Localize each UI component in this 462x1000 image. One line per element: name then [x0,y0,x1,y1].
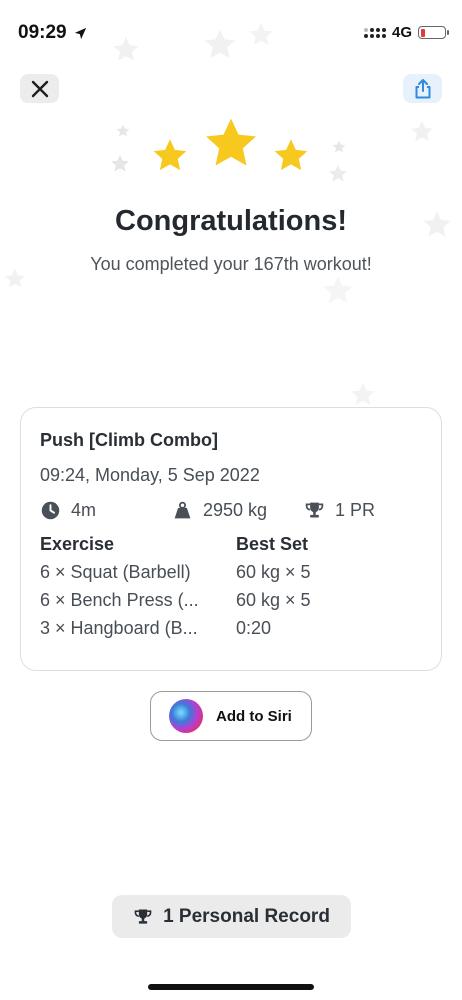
page-title: Congratulations! [115,205,347,237]
workout-summary-card[interactable]: Push [Climb Combo] 09:24, Monday, 5 Sep … [20,407,442,671]
clock-text: 09:29 [18,22,67,43]
volume-value: 2950 kg [203,499,268,520]
background-star-icon [112,36,140,64]
personal-record-label: 1 Personal Record [163,905,330,927]
weight-icon [174,501,191,518]
network-type: 4G [391,24,412,41]
siri-label: Add to Siri [216,707,292,725]
duration-stat: 4m [40,500,172,521]
clock-icon [41,501,60,519]
personal-record-button[interactable]: 1 Personal Record [112,895,351,938]
trophy-icon [305,502,324,517]
exercise-table-header: Exercise Best Set [40,534,422,555]
exercise-best-set: 60 kg × 5 [236,562,311,582]
star-rating [0,115,462,180]
pr-stat: 1 PR [304,500,375,521]
exercise-best-set: 0:20 [236,618,272,638]
cellular-signal-icon [363,27,386,38]
page-subtitle: You completed your 167th workout! [90,254,372,274]
siri-icon [169,699,203,733]
add-to-siri-button[interactable]: Add to Siri [150,691,312,741]
best-set-column-header: Best Set [236,534,309,554]
workout-stats: 4m 2950 kg 1 PR [40,496,422,524]
exercise-column-header: Exercise [40,534,115,554]
share-icon [415,78,430,98]
star-icon [206,118,256,166]
star-icon [274,139,308,171]
background-star-icon [322,275,354,307]
background-star-icon [350,382,376,408]
workout-date: 09:24, Monday, 5 Sep 2022 [40,465,260,485]
exercise-best-set: 60 kg × 5 [236,590,311,610]
exercise-name: 6 × Squat (Barbell) [40,562,191,582]
trophy-icon [134,909,152,924]
status-time: 09:29 [18,22,88,44]
background-star-icon [248,22,274,48]
volume-stat: 2950 kg [172,500,304,521]
star-icon [153,139,187,171]
duration-value: 4m [71,499,97,520]
close-button[interactable] [20,74,59,103]
exercise-name: 3 × Hangboard (B... [40,618,198,638]
exercise-row: 6 × Squat (Barbell) 60 kg × 5 [40,562,422,583]
battery-icon [418,26,449,39]
location-arrow-icon [74,27,86,39]
workout-name: Push [Climb Combo] [40,430,218,450]
exercise-row: 6 × Bench Press (... 60 kg × 5 [40,590,422,611]
exercise-row: 3 × Hangboard (B... 0:20 [40,618,422,639]
home-indicator[interactable] [148,984,314,990]
pr-value: 1 PR [335,499,376,520]
exercise-name: 6 × Bench Press (... [40,590,199,610]
share-button[interactable] [403,74,442,103]
background-star-icon [203,28,237,62]
status-indicators: 4G [363,24,449,41]
close-icon [31,80,48,97]
